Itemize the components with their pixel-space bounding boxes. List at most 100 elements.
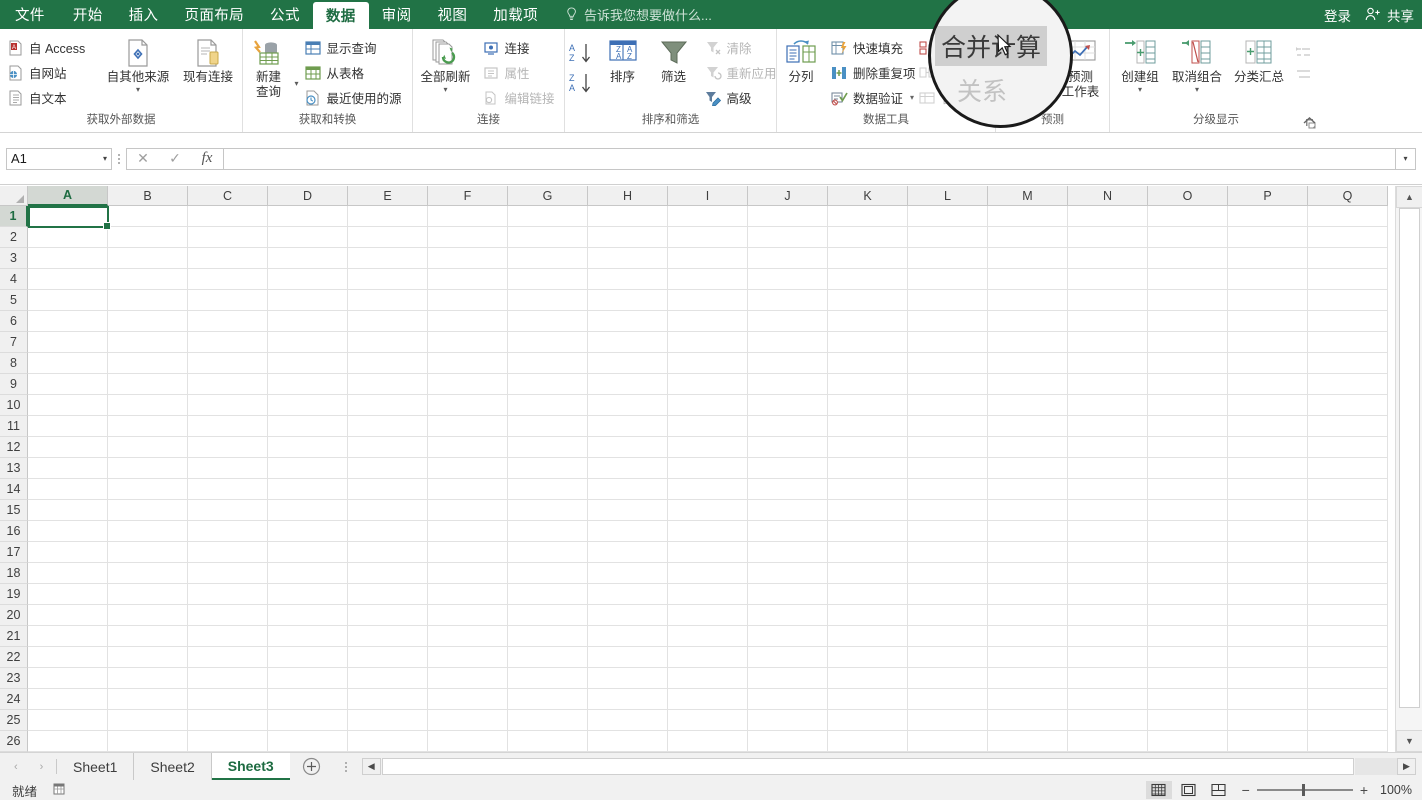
cell-Q20[interactable] <box>1308 605 1388 626</box>
column-header-p[interactable]: P <box>1228 186 1308 206</box>
cell-H14[interactable] <box>588 479 668 500</box>
cell-D18[interactable] <box>268 563 348 584</box>
cell-N8[interactable] <box>1068 353 1148 374</box>
cell-M12[interactable] <box>988 437 1068 458</box>
expand-formula-bar-button[interactable]: ▾ <box>1396 148 1416 170</box>
cell-A26[interactable] <box>28 731 108 752</box>
cell-E4[interactable] <box>348 269 428 290</box>
cell-J8[interactable] <box>748 353 828 374</box>
cell-M4[interactable] <box>988 269 1068 290</box>
cell-D8[interactable] <box>268 353 348 374</box>
cell-F25[interactable] <box>428 710 508 731</box>
cell-O23[interactable] <box>1148 668 1228 689</box>
cell-A13[interactable] <box>28 458 108 479</box>
page-layout-view-button[interactable] <box>1176 781 1202 799</box>
cell-D20[interactable] <box>268 605 348 626</box>
tell-me-search[interactable]: 告诉我您想要做什么... <box>565 0 712 29</box>
cell-Q10[interactable] <box>1308 395 1388 416</box>
cell-C25[interactable] <box>188 710 268 731</box>
cell-K25[interactable] <box>828 710 908 731</box>
cell-J12[interactable] <box>748 437 828 458</box>
cell-B15[interactable] <box>108 500 188 521</box>
cell-A17[interactable] <box>28 542 108 563</box>
cell-Q19[interactable] <box>1308 584 1388 605</box>
cell-B12[interactable] <box>108 437 188 458</box>
cell-L2[interactable] <box>908 227 988 248</box>
cell-N13[interactable] <box>1068 458 1148 479</box>
cell-N23[interactable] <box>1068 668 1148 689</box>
cell-B2[interactable] <box>108 227 188 248</box>
cell-O1[interactable] <box>1148 206 1228 227</box>
cell-G11[interactable] <box>508 416 588 437</box>
scroll-right-button[interactable]: ▶ <box>1397 758 1416 775</box>
column-header-n[interactable]: N <box>1068 186 1148 206</box>
cell-E12[interactable] <box>348 437 428 458</box>
cell-K3[interactable] <box>828 248 908 269</box>
scrollbar-grip[interactable] <box>340 756 352 778</box>
cell-D23[interactable] <box>268 668 348 689</box>
cell-I21[interactable] <box>668 626 748 647</box>
cell-N12[interactable] <box>1068 437 1148 458</box>
cell-N7[interactable] <box>1068 332 1148 353</box>
cell-C6[interactable] <box>188 311 268 332</box>
zoom-in-button[interactable]: + <box>1360 782 1368 798</box>
cell-Q4[interactable] <box>1308 269 1388 290</box>
cell-M15[interactable] <box>988 500 1068 521</box>
cell-J7[interactable] <box>748 332 828 353</box>
cell-J5[interactable] <box>748 290 828 311</box>
cell-K12[interactable] <box>828 437 908 458</box>
cell-M2[interactable] <box>988 227 1068 248</box>
cell-I13[interactable] <box>668 458 748 479</box>
row-header-5[interactable]: 5 <box>0 290 28 311</box>
row-header-14[interactable]: 14 <box>0 479 28 500</box>
row-header-19[interactable]: 19 <box>0 584 28 605</box>
column-header-j[interactable]: J <box>748 186 828 206</box>
cell-N15[interactable] <box>1068 500 1148 521</box>
cell-C16[interactable] <box>188 521 268 542</box>
cell-M11[interactable] <box>988 416 1068 437</box>
cell-K22[interactable] <box>828 647 908 668</box>
cell-O15[interactable] <box>1148 500 1228 521</box>
insert-function-button[interactable]: fx <box>191 149 223 169</box>
cell-K2[interactable] <box>828 227 908 248</box>
cell-J18[interactable] <box>748 563 828 584</box>
cell-Q5[interactable] <box>1308 290 1388 311</box>
cell-N20[interactable] <box>1068 605 1148 626</box>
cell-L25[interactable] <box>908 710 988 731</box>
cell-A7[interactable] <box>28 332 108 353</box>
cell-M17[interactable] <box>988 542 1068 563</box>
cell-H18[interactable] <box>588 563 668 584</box>
cell-C2[interactable] <box>188 227 268 248</box>
cell-O12[interactable] <box>1148 437 1228 458</box>
cell-O2[interactable] <box>1148 227 1228 248</box>
column-header-m[interactable]: M <box>988 186 1068 206</box>
cell-Q22[interactable] <box>1308 647 1388 668</box>
cell-D4[interactable] <box>268 269 348 290</box>
cell-P1[interactable] <box>1228 206 1308 227</box>
cell-M18[interactable] <box>988 563 1068 584</box>
cell-F2[interactable] <box>428 227 508 248</box>
collapse-ribbon-button[interactable] <box>1303 114 1316 128</box>
row-header-21[interactable]: 21 <box>0 626 28 647</box>
tab-home[interactable]: 开始 <box>60 0 116 29</box>
cell-I4[interactable] <box>668 269 748 290</box>
cell-F5[interactable] <box>428 290 508 311</box>
cell-J9[interactable] <box>748 374 828 395</box>
column-header-e[interactable]: E <box>348 186 428 206</box>
column-header-b[interactable]: B <box>108 186 188 206</box>
cell-H4[interactable] <box>588 269 668 290</box>
cell-M16[interactable] <box>988 521 1068 542</box>
cell-C7[interactable] <box>188 332 268 353</box>
cell-B7[interactable] <box>108 332 188 353</box>
cell-O17[interactable] <box>1148 542 1228 563</box>
cell-P19[interactable] <box>1228 584 1308 605</box>
cell-J23[interactable] <box>748 668 828 689</box>
cell-I18[interactable] <box>668 563 748 584</box>
cell-J10[interactable] <box>748 395 828 416</box>
cell-H13[interactable] <box>588 458 668 479</box>
share-button[interactable]: 共享 <box>1365 5 1414 25</box>
cell-D15[interactable] <box>268 500 348 521</box>
cell-M8[interactable] <box>988 353 1068 374</box>
cell-E14[interactable] <box>348 479 428 500</box>
cell-C1[interactable] <box>188 206 268 227</box>
